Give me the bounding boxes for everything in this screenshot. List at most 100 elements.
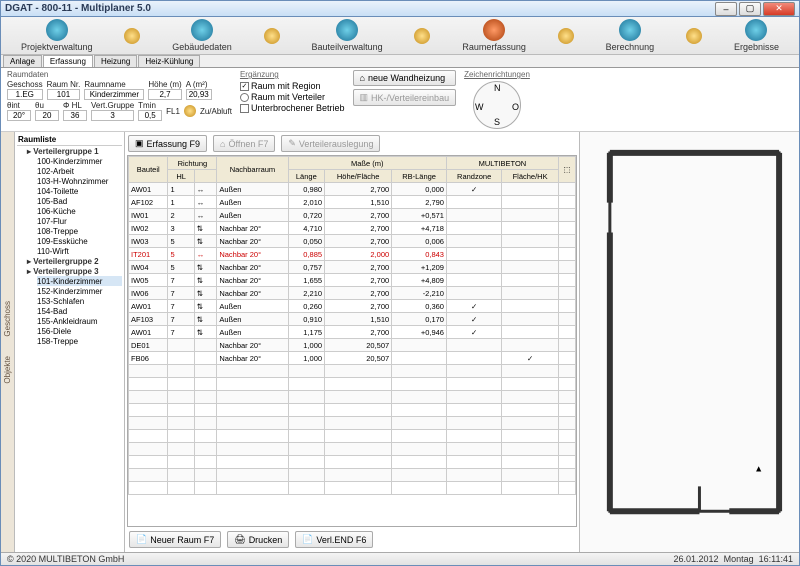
tree-item[interactable]: 152-Kinderzimmer (37, 286, 122, 296)
opt-region[interactable]: ✓Raum mit Region (240, 81, 345, 91)
table-row[interactable]: AW017⇅Außen1,1752,700+0,946✓ (129, 326, 576, 339)
geschoss-field[interactable]: 1.EG (7, 89, 43, 100)
vertical-tabstrip: Geschoss Objekte (1, 132, 15, 552)
svg-text:▲: ▲ (754, 463, 763, 473)
btn-verteiler[interactable]: ✎Verteilerauslegung (281, 135, 380, 152)
tab-heizung[interactable]: Heizung (94, 55, 137, 67)
tree-item[interactable]: 100-Kinderzimmer (37, 156, 122, 166)
table-row[interactable]: AW011↔Außen0,9802,7000,000✓ (129, 183, 576, 196)
raumnr-field[interactable]: 101 (47, 89, 81, 100)
house-icon: ⌂ (360, 73, 365, 83)
gear-icon[interactable] (184, 105, 196, 117)
table-row[interactable]: FB06Nachbar 20°1,00020,507✓ (129, 352, 576, 365)
table-row[interactable]: IW067⇅Nachbar 20°2,2102,700-2,210 (129, 287, 576, 300)
tab-heizkuehlung[interactable]: Heiz-Kühlung (138, 55, 200, 67)
table-row[interactable]: IW023⇅Nachbar 20°4,7102,700+4,718 (129, 222, 576, 235)
tree-item[interactable]: 153-Schlafen (37, 296, 122, 306)
table-row[interactable]: IW035⇅Nachbar 20°0,0502,7000,006 (129, 235, 576, 248)
ribbon-berechnung[interactable]: Berechnung (606, 19, 655, 52)
btn-hk-verteiler[interactable]: ▥HK-/Verteilereinbau (353, 89, 457, 106)
ribbon-bauteil[interactable]: Bauteilverwaltung (312, 19, 383, 52)
tmin-field[interactable]: 0,5 (138, 110, 162, 121)
vtab-geschoss[interactable]: Geschoss (3, 301, 12, 337)
copyright: © 2020 MULTIBETON GmbH (7, 554, 124, 564)
tree-item[interactable]: 107-Flur (37, 216, 122, 226)
tree-item[interactable]: 155-Ankleidraum (37, 316, 122, 326)
tree-item[interactable]: 110-Wirft (37, 246, 122, 256)
tab-anlage[interactable]: Anlage (3, 55, 42, 67)
phi-field[interactable]: 36 (63, 110, 87, 121)
tree-item[interactable]: 109-Essküche (37, 236, 122, 246)
floor-plan[interactable]: ▲ (579, 132, 799, 552)
ribbon-sep-icon (414, 28, 430, 44)
compass-widget[interactable]: NS WO (473, 81, 521, 129)
bauteil-table[interactable]: Bauteil Richtung Nachbarraum Maße (m) MU… (127, 155, 577, 527)
tree-group[interactable]: ▸ Verteilergruppe 3 (27, 266, 122, 276)
sub-tabs: Anlage Erfassung Heizung Heiz-Kühlung (1, 55, 799, 68)
tree-item[interactable]: 104-Toilette (37, 186, 122, 196)
table-row[interactable]: IW045⇅Nachbar 20°0,7572,700+1,209 (129, 261, 576, 274)
table-row[interactable]: IW057⇅Nachbar 20°1,6552,700+4,809 (129, 274, 576, 287)
titlebar: DGAT - 800-11 - Multiplaner 5.0 – ▢ ✕ (1, 1, 799, 17)
ribbon-toolbar: Projektverwaltung Gebäudedaten Bauteilve… (1, 17, 799, 55)
tree-group[interactable]: ▸ Verteilergruppe 2 (27, 256, 122, 266)
file-icon: 📄 (302, 534, 313, 545)
ribbon-gebaeude[interactable]: Gebäudedaten (172, 19, 232, 52)
raumname-field[interactable]: Kinderzimmer (84, 89, 144, 100)
ribbon-sep-icon (264, 28, 280, 44)
btn-neuer-raum[interactable]: 📄Neuer Raum F7 (129, 531, 221, 548)
page-icon: 📄 (136, 534, 147, 545)
globe-icon (191, 19, 213, 41)
ribbon-sep-icon (686, 28, 702, 44)
tree-item[interactable]: 108-Treppe (37, 226, 122, 236)
ribbon-projekt[interactable]: Projektverwaltung (21, 19, 93, 52)
tree-item[interactable]: 101-Kinderzimmer (37, 276, 122, 286)
vg-field[interactable]: 3 (91, 110, 134, 121)
ribbon-ergebnisse[interactable]: Ergebnisse (734, 19, 779, 52)
table-row[interactable]: DE01Nachbar 20°1,00020,507 (129, 339, 576, 352)
section-title: Raumdaten (7, 70, 232, 79)
table-row[interactable]: AW017⇅Außen0,2602,7000,360✓ (129, 300, 576, 313)
app-window: DGAT - 800-11 - Multiplaner 5.0 – ▢ ✕ Pr… (0, 0, 800, 566)
ribbon-sep-icon (558, 28, 574, 44)
globe-icon (46, 19, 68, 41)
tree-item[interactable]: 103-H-Wohnzimmer (37, 176, 122, 186)
vtab-objekte[interactable]: Objekte (3, 356, 12, 384)
btn-oeffnen-f7[interactable]: ⌂Öffnen F7 (213, 135, 275, 152)
minimize-button[interactable]: – (715, 2, 737, 16)
radiator-icon: ▥ (360, 92, 369, 103)
hoehe-field[interactable]: 2,7 (148, 89, 181, 100)
tree-item[interactable]: 105-Bad (37, 196, 122, 206)
ribbon-sep-icon (124, 28, 140, 44)
globe-icon (745, 19, 767, 41)
ribbon-raum[interactable]: Raumerfassung (462, 19, 526, 52)
tree-group[interactable]: ▸ Verteilergruppe 1 (27, 146, 122, 156)
table-row[interactable]: IW012↔Außen0,7202,700+0,571 (129, 209, 576, 222)
opt-unterbrochen[interactable]: Unterbrochener Betrieb (240, 103, 345, 113)
close-button[interactable]: ✕ (763, 2, 795, 16)
window-title: DGAT - 800-11 - Multiplaner 5.0 (5, 3, 715, 14)
btn-verlend[interactable]: 📄Verl.END F6 (295, 531, 373, 548)
wrench-icon: ✎ (288, 138, 296, 149)
opt-verteiler[interactable]: Raum mit Verteiler (240, 92, 345, 102)
btn-wandheizung[interactable]: ⌂neue Wandheizung (353, 70, 457, 86)
ou-field[interactable]: 20 (35, 110, 59, 121)
tree-item[interactable]: 154-Bad (37, 306, 122, 316)
tab-erfassung[interactable]: Erfassung (43, 55, 93, 67)
btn-drucken[interactable]: 🖨Drucken (227, 531, 289, 548)
tree-item[interactable]: 106-Küche (37, 206, 122, 216)
area-field[interactable]: 20,93 (186, 89, 212, 100)
table-row[interactable]: IT2015↔Nachbar 20°0,8852,0000,843 (129, 248, 576, 261)
table-row[interactable]: AF1021↔Außen2,0101,5102,790 (129, 196, 576, 209)
room-tree: Raumliste ▸ Verteilergruppe 1100-Kinderz… (15, 132, 125, 552)
tree-item[interactable]: 158-Treppe (37, 336, 122, 346)
tree-item[interactable]: 156-Diele (37, 326, 122, 336)
globe-icon (619, 19, 641, 41)
globe-icon (336, 19, 358, 41)
maximize-button[interactable]: ▢ (739, 2, 761, 16)
tree-item[interactable]: 102-Arbeit (37, 166, 122, 176)
btn-erfassung-f9[interactable]: ▣Erfassung F9 (128, 135, 207, 152)
table-row[interactable]: AF1037⇅Außen0,9101,5100,170✓ (129, 313, 576, 326)
ot-field[interactable]: 20° (7, 110, 31, 121)
print-icon: 🖨 (234, 534, 245, 545)
